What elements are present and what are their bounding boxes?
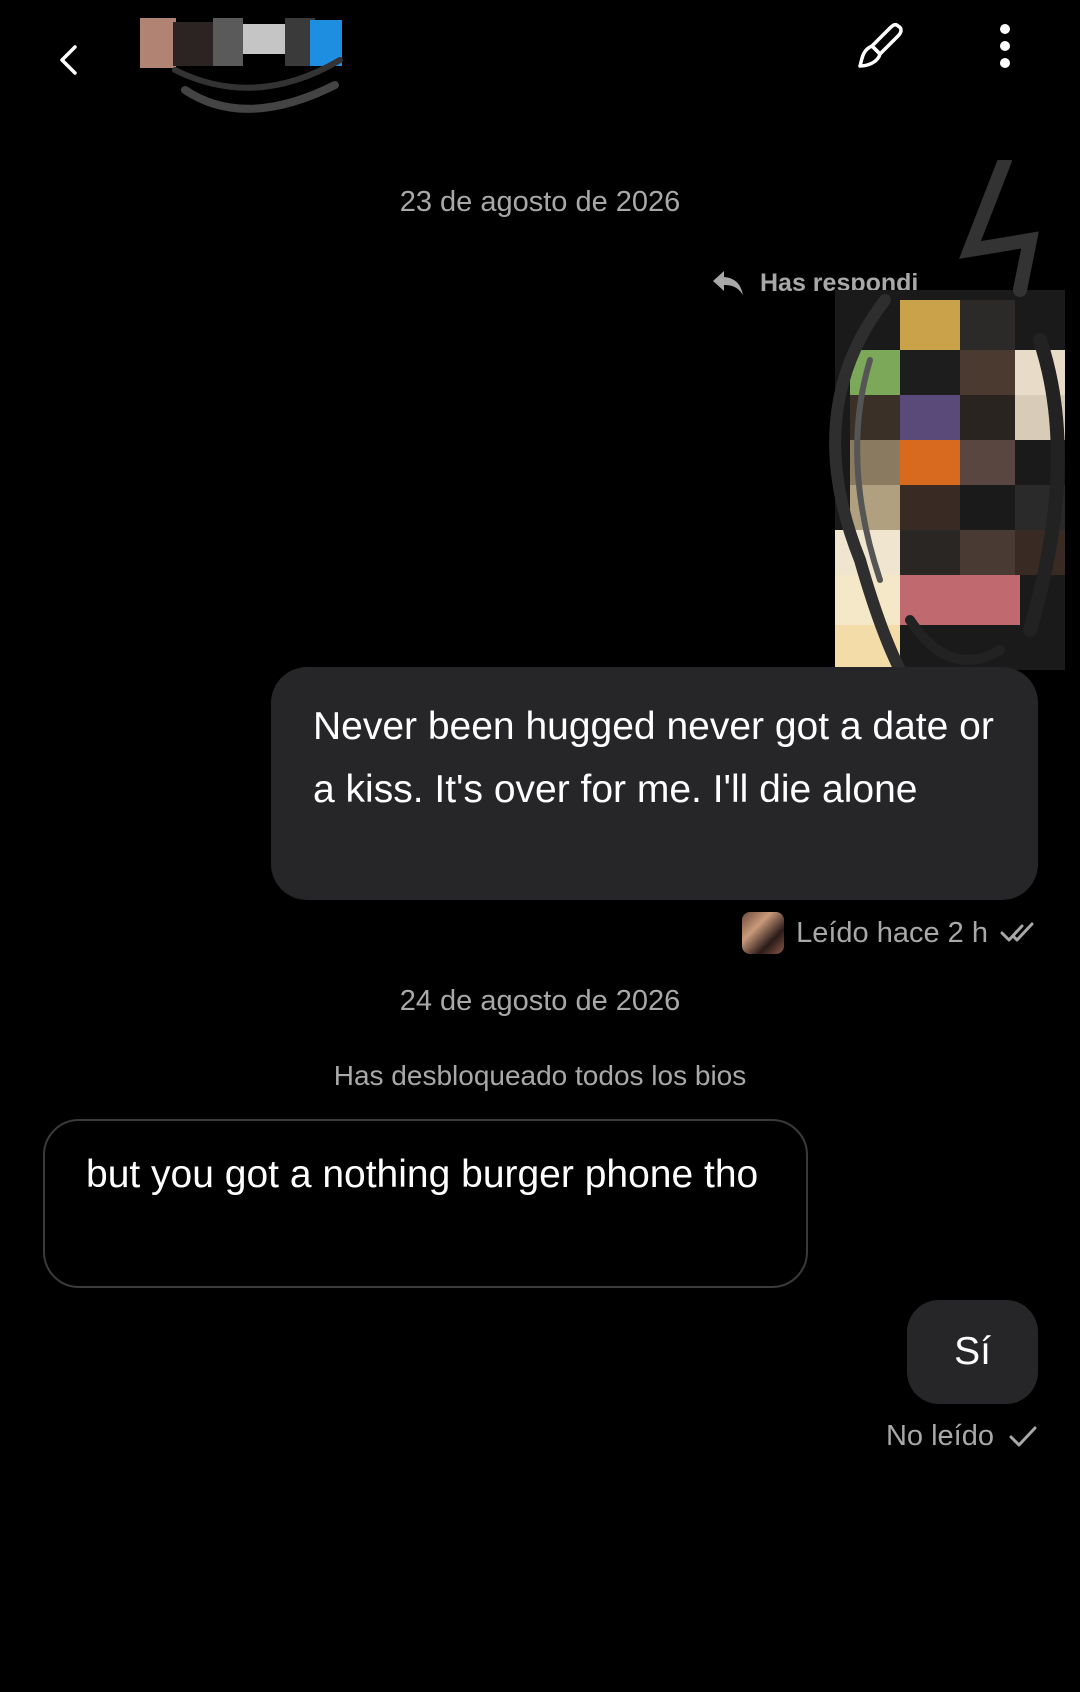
date-separator: 24 de agosto de 2026	[399, 985, 681, 1017]
system-message: Has desbloqueado todos los bios	[333, 1060, 747, 1091]
contact-avatar-redacted[interactable]	[135, 0, 375, 120]
seen-by-avatar	[742, 912, 785, 954]
more-vertical-icon	[1000, 24, 1010, 68]
delivery-status: No leído	[886, 1420, 1038, 1453]
more-options-button[interactable]	[975, 16, 1035, 76]
double-check-icon	[1000, 922, 1034, 942]
check-icon	[1009, 1426, 1037, 1446]
brush-button[interactable]	[850, 16, 910, 76]
outgoing-message[interactable]: Never been hugged never got a date or a …	[271, 667, 1038, 900]
back-arrow-icon	[60, 45, 77, 75]
incoming-message[interactable]: but you got a nothing burger phone tho	[43, 1119, 808, 1288]
paintbrush-icon	[858, 22, 903, 68]
reply-arrow-icon	[713, 271, 743, 295]
back-button[interactable]	[40, 30, 100, 90]
read-receipt: Leído hace 2 h	[742, 912, 1038, 954]
unread-status-text: No leído	[885, 1420, 994, 1452]
chat-header	[0, 0, 1080, 113]
outgoing-message[interactable]: Sí	[907, 1300, 1038, 1404]
replied-story-preview[interactable]	[790, 160, 1080, 690]
read-status-text: Leído hace 2 h	[796, 916, 988, 949]
